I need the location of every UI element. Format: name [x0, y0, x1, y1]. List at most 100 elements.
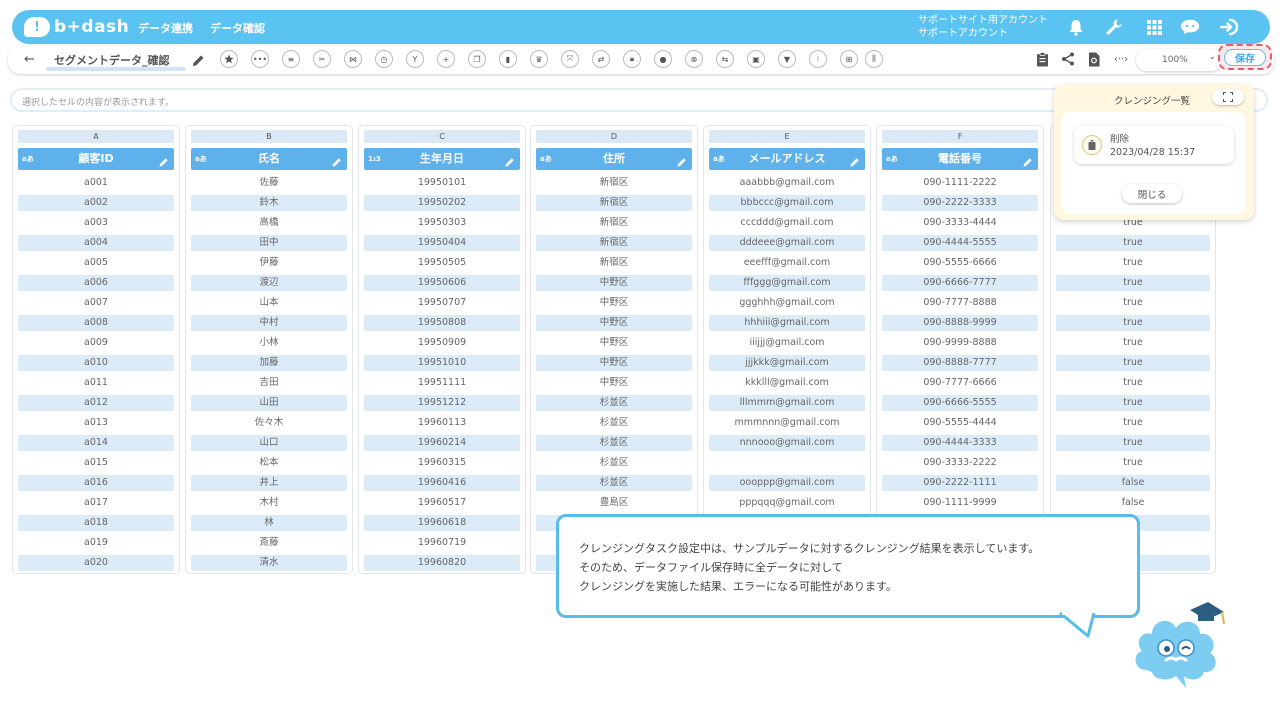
table-cell[interactable]: lllmmm@gmail.com [709, 395, 865, 411]
table-cell[interactable]: 19950404 [364, 235, 520, 251]
chat-icon[interactable] [1180, 17, 1200, 37]
table-cell[interactable]: a017 [18, 495, 174, 511]
table-cell[interactable]: 19950101 [364, 175, 520, 191]
table-cell[interactable]: 19960820 [364, 555, 520, 571]
table-icon[interactable]: ⊞ [840, 50, 858, 68]
table-cell[interactable]: 加藤 [191, 355, 347, 371]
table-cell[interactable]: mmmnnn@gmail.com [709, 415, 865, 431]
column-letter[interactable]: C [364, 130, 520, 143]
table-cell[interactable]: 090-3333-2222 [882, 455, 1038, 471]
column-header[interactable]: aあ 住所 [536, 148, 692, 170]
nav-data-check[interactable]: データ確認 [210, 20, 265, 36]
table-cell[interactable]: 豊島区 [536, 495, 692, 511]
table-cell[interactable]: eeefff@gmail.com [709, 255, 865, 271]
table-cell[interactable]: 090-2222-1111 [882, 475, 1038, 491]
table-cell[interactable]: 新宿区 [536, 195, 692, 211]
filter-icon[interactable]: ▼ [778, 50, 796, 68]
page-title[interactable]: セグメントデータ_確認 [54, 52, 170, 68]
column-header[interactable]: 1₂3 生年月日 [364, 148, 520, 170]
refresh-icon[interactable]: ⇄ [592, 50, 610, 68]
table-cell[interactable]: a005 [18, 255, 174, 271]
branch-icon[interactable]: Y [406, 50, 424, 68]
table-cell[interactable]: 小林 [191, 335, 347, 351]
table-cell[interactable]: a016 [18, 475, 174, 491]
table-cell[interactable]: 高橋 [191, 215, 347, 231]
save-button[interactable]: 保存 [1224, 49, 1266, 66]
table-cell[interactable]: 斎藤 [191, 535, 347, 551]
expand-icon[interactable]: ⤧ [561, 50, 579, 68]
table-cell[interactable]: 佐藤 [191, 175, 347, 191]
table-cell[interactable]: a020 [18, 555, 174, 571]
table-cell[interactable] [709, 455, 865, 471]
nav-data-integration[interactable]: データ連携 [138, 20, 193, 36]
table-cell[interactable]: true [1056, 315, 1210, 331]
table-cell[interactable]: true [1056, 335, 1210, 351]
table-cell[interactable]: jjjkkk@gmail.com [709, 355, 865, 371]
table-cell[interactable]: 090-5555-6666 [882, 255, 1038, 271]
lock-icon[interactable]: 🔒︎ [623, 50, 641, 68]
table-cell[interactable]: 松本 [191, 455, 347, 471]
table-cell[interactable]: true [1056, 255, 1210, 271]
table-cell[interactable]: true [1056, 435, 1210, 451]
table-cell[interactable]: 新宿区 [536, 215, 692, 231]
table-cell[interactable]: 19951010 [364, 355, 520, 371]
table-cell[interactable]: 中野区 [536, 375, 692, 391]
table-cell[interactable]: dddeee@gmail.com [709, 235, 865, 251]
table-cell[interactable]: oooppp@gmail.com [709, 475, 865, 491]
table-cell[interactable]: a008 [18, 315, 174, 331]
column-letter[interactable]: E [709, 130, 865, 143]
table-cell[interactable]: kkklll@gmail.com [709, 375, 865, 391]
table-cell[interactable]: 杉並区 [536, 475, 692, 491]
table-cell[interactable]: 090-8888-9999 [882, 315, 1038, 331]
wrench-icon[interactable] [1104, 17, 1124, 37]
table-cell[interactable]: 19950707 [364, 295, 520, 311]
table-cell[interactable]: pppqqq@gmail.com [709, 495, 865, 511]
table-cell[interactable]: 19950606 [364, 275, 520, 291]
table-cell[interactable]: 林 [191, 515, 347, 531]
table-cell[interactable]: 19960113 [364, 415, 520, 431]
add-icon[interactable]: + [437, 50, 455, 68]
table-cell[interactable]: 中野区 [536, 275, 692, 291]
table-cell[interactable]: 杉並区 [536, 435, 692, 451]
sort-icon[interactable]: ⁝ [809, 50, 827, 68]
table-cell[interactable]: a002 [18, 195, 174, 211]
grid-icon[interactable] [1144, 17, 1164, 37]
table-cell[interactable]: 渡辺 [191, 275, 347, 291]
close-button[interactable]: 閉じる [1122, 184, 1182, 203]
more-icon[interactable]: ••• [251, 50, 269, 68]
table-cell[interactable]: false [1056, 495, 1210, 511]
cleansing-item[interactable]: 削除 2023/04/28 15:37 [1074, 126, 1234, 164]
table-cell[interactable]: 清水 [191, 555, 347, 571]
table-cell[interactable]: 中野区 [536, 335, 692, 351]
table-cell[interactable]: true [1056, 455, 1210, 471]
account-info[interactable]: サポートサイト用アカウント サポートアカウント [918, 14, 1048, 40]
edit-column-pencil-icon[interactable] [677, 153, 687, 175]
table-cell[interactable]: 090-7777-6666 [882, 375, 1038, 391]
table-cell[interactable]: a006 [18, 275, 174, 291]
table-cell[interactable]: true [1056, 275, 1210, 291]
column-letter[interactable]: A [18, 130, 174, 143]
table-cell[interactable]: a003 [18, 215, 174, 231]
table-cell[interactable]: 19960517 [364, 495, 520, 511]
column-letter[interactable]: B [191, 130, 347, 143]
table-cell[interactable]: fffggg@gmail.com [709, 275, 865, 291]
table-cell[interactable]: 新宿区 [536, 235, 692, 251]
table-cell[interactable]: 佐々木 [191, 415, 347, 431]
table-cell[interactable]: 090-5555-4444 [882, 415, 1038, 431]
table-cell[interactable]: a010 [18, 355, 174, 371]
table-cell[interactable]: a009 [18, 335, 174, 351]
table-cell[interactable]: false [1056, 475, 1210, 491]
table-cell[interactable]: a013 [18, 415, 174, 431]
table-cell[interactable]: true [1056, 355, 1210, 371]
table-cell[interactable]: 19960315 [364, 455, 520, 471]
star-icon[interactable] [220, 50, 238, 68]
edit-column-pencil-icon[interactable] [850, 153, 860, 175]
columns-icon[interactable]: ⫼ [865, 50, 883, 68]
cancel-icon[interactable]: ⊗ [685, 50, 703, 68]
table-cell[interactable]: 伊藤 [191, 255, 347, 271]
column-header[interactable]: aあ 顧客ID [18, 148, 174, 170]
table-cell[interactable]: a011 [18, 375, 174, 391]
crown-icon[interactable]: ♛ [530, 50, 548, 68]
table-cell[interactable]: bbbccc@gmail.com [709, 195, 865, 211]
table-cell[interactable]: 山本 [191, 295, 347, 311]
